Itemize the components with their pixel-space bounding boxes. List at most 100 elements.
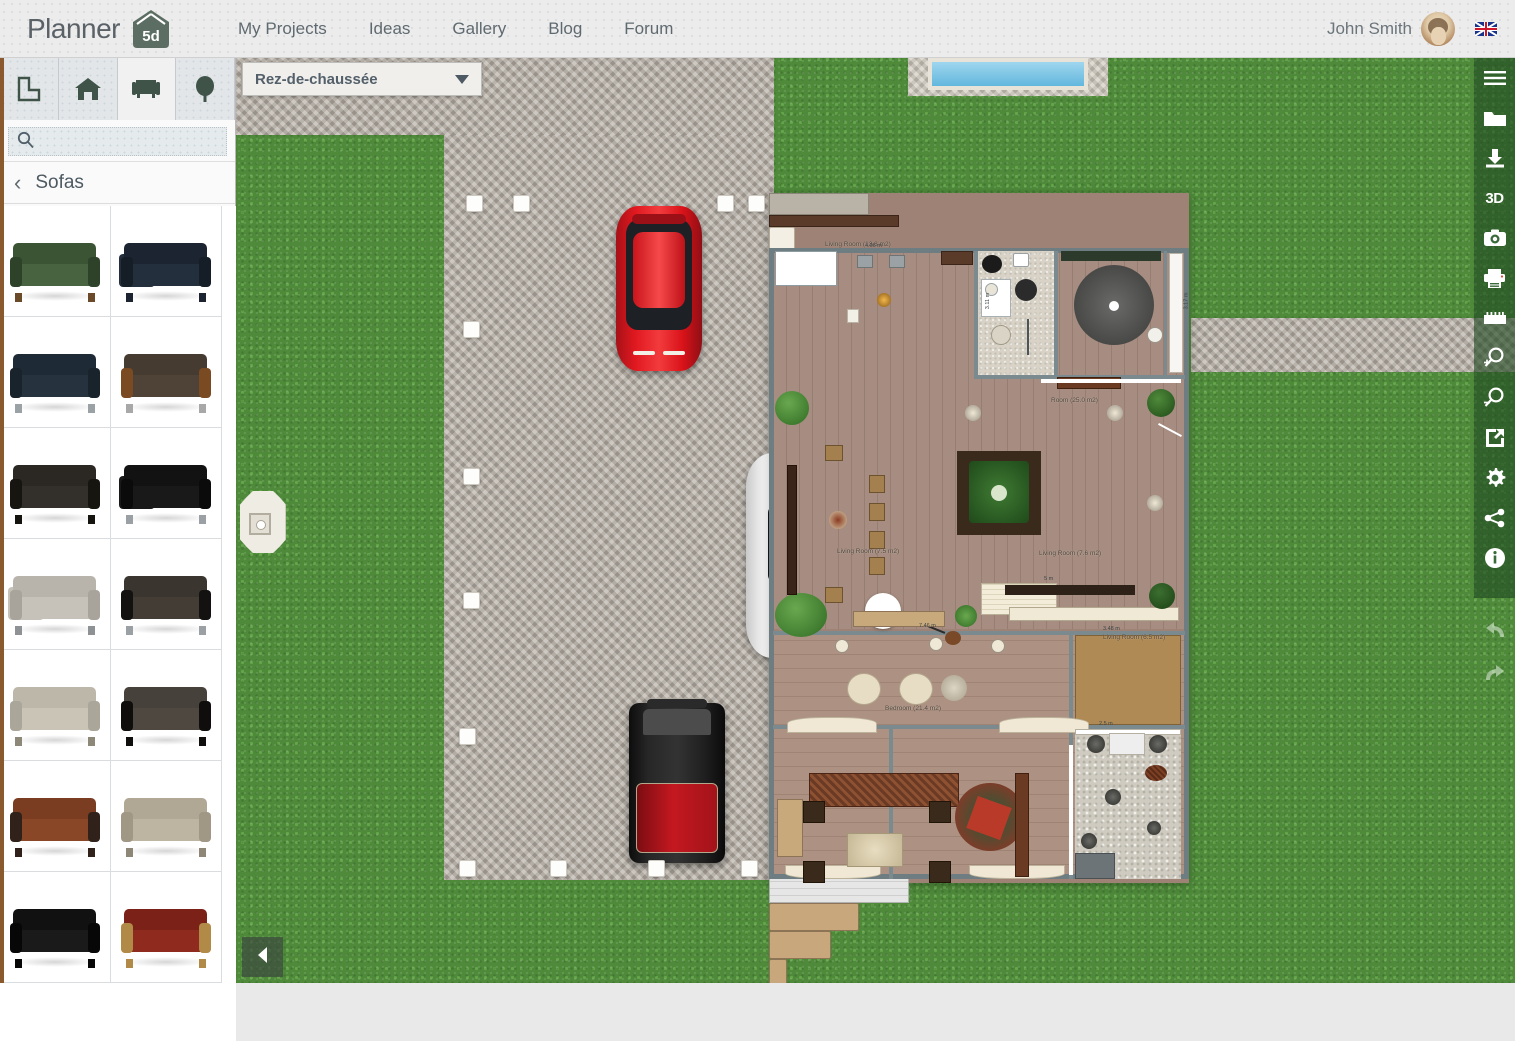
plant-5[interactable] bbox=[1149, 583, 1175, 609]
dining-chair-6[interactable] bbox=[869, 557, 885, 575]
dresser[interactable] bbox=[777, 799, 803, 857]
wardrobe[interactable] bbox=[1015, 773, 1029, 877]
furniture-tool-tab[interactable] bbox=[117, 58, 177, 120]
nav-item-my-projects[interactable]: My Projects bbox=[217, 0, 348, 58]
print-button[interactable] bbox=[1474, 258, 1515, 298]
coffee-table-lower[interactable] bbox=[941, 675, 967, 701]
kitchen-corner-cabinet[interactable] bbox=[941, 251, 973, 265]
measure-button[interactable] bbox=[1474, 298, 1515, 338]
center-table[interactable] bbox=[991, 485, 1007, 501]
bath-basket[interactable] bbox=[1145, 765, 1167, 781]
cabinet-right-top[interactable] bbox=[1169, 253, 1183, 373]
selection-handle-11[interactable] bbox=[648, 860, 665, 877]
window-top-left[interactable] bbox=[775, 251, 837, 286]
catalog-item-sofa-brown-wood[interactable] bbox=[0, 761, 111, 872]
user-menu[interactable]: John Smith bbox=[1327, 0, 1455, 58]
catalog-item-sofa-black-3seat[interactable] bbox=[111, 539, 222, 650]
walkway-paving-right[interactable] bbox=[1191, 318, 1515, 372]
house-floorplan[interactable]: Living Room (13.8 m2) Room (25.0 m2) Liv… bbox=[769, 193, 1189, 983]
ottoman-2[interactable] bbox=[899, 673, 933, 705]
uk-flag-icon[interactable] bbox=[1475, 22, 1497, 36]
outdoor-tool-tab[interactable] bbox=[176, 58, 235, 120]
undo-button[interactable] bbox=[1474, 613, 1515, 653]
ottoman-1[interactable] bbox=[847, 673, 881, 705]
table-centerpiece[interactable] bbox=[829, 511, 847, 529]
car-red[interactable] bbox=[616, 206, 702, 371]
bath-fixture-3[interactable] bbox=[1105, 789, 1121, 805]
bookshelf[interactable] bbox=[787, 465, 797, 595]
lounge-table[interactable] bbox=[1109, 301, 1119, 311]
side-table-round[interactable] bbox=[1147, 327, 1163, 343]
kitchen-counter[interactable] bbox=[769, 193, 869, 215]
sofa-plan-2[interactable] bbox=[769, 903, 859, 931]
catalog-item-sofa-black-low[interactable] bbox=[0, 872, 111, 983]
selection-handle-5[interactable] bbox=[463, 321, 480, 338]
selection-handle-2[interactable] bbox=[513, 195, 530, 212]
hedge-top[interactable] bbox=[1061, 251, 1161, 261]
ceiling-light-1[interactable] bbox=[965, 405, 981, 421]
view-3d-button[interactable]: 3D bbox=[1474, 178, 1515, 218]
projects-button[interactable] bbox=[1474, 98, 1515, 138]
save-button[interactable] bbox=[1474, 138, 1515, 178]
bath-door[interactable] bbox=[1069, 745, 1073, 875]
fullscreen-button[interactable] bbox=[1474, 418, 1515, 458]
bath-sink-1[interactable] bbox=[1087, 735, 1105, 753]
selection-handle-10[interactable] bbox=[550, 860, 567, 877]
catalog-item-sofa-navy-sectional[interactable] bbox=[111, 206, 222, 317]
hedge-lower[interactable] bbox=[1005, 585, 1135, 595]
redo-button[interactable] bbox=[1474, 656, 1515, 696]
nightstand-right-2[interactable] bbox=[929, 861, 951, 883]
menu-button[interactable] bbox=[1474, 58, 1515, 98]
catalog-grid[interactable] bbox=[0, 206, 236, 1041]
nightstand-right[interactable] bbox=[929, 801, 951, 823]
avatar[interactable] bbox=[1421, 12, 1455, 46]
nav-item-ideas[interactable]: Ideas bbox=[348, 0, 432, 58]
dining-chair-5[interactable] bbox=[869, 531, 885, 549]
selection-handle-6[interactable] bbox=[463, 468, 480, 485]
brand-logo[interactable]: Planner 5d bbox=[27, 8, 175, 50]
bath-fixture-4[interactable] bbox=[1081, 833, 1097, 849]
tub-drain[interactable] bbox=[1147, 821, 1161, 835]
ceiling-light-3[interactable] bbox=[1147, 495, 1163, 511]
selection-handle-7[interactable] bbox=[463, 592, 480, 609]
selection-handle-1[interactable] bbox=[466, 195, 483, 212]
bath-sink-2[interactable] bbox=[1149, 735, 1167, 753]
nav-item-gallery[interactable]: Gallery bbox=[431, 0, 527, 58]
nightstand-left-2[interactable] bbox=[803, 861, 825, 883]
selection-handle-9[interactable] bbox=[459, 860, 476, 877]
dining-chair-4[interactable] bbox=[869, 503, 885, 521]
catalog-item-sofa-brown-futon[interactable] bbox=[111, 317, 222, 428]
floor-selector[interactable]: Rez-de-chaussée bbox=[242, 62, 482, 96]
bed-pillow-area[interactable] bbox=[847, 833, 903, 867]
catalog-item-sofa-darkblue-modern[interactable] bbox=[0, 317, 111, 428]
selection-handle-8[interactable] bbox=[459, 728, 476, 745]
search-box[interactable] bbox=[8, 127, 227, 156]
catalog-item-sofa-red-daybed[interactable] bbox=[111, 872, 222, 983]
lamp-lower-1[interactable] bbox=[835, 639, 849, 653]
walls-tool-tab[interactable] bbox=[0, 58, 59, 120]
shower-drain[interactable] bbox=[991, 325, 1011, 345]
nav-item-blog[interactable]: Blog bbox=[527, 0, 603, 58]
chevron-left-icon[interactable]: ‹ bbox=[14, 171, 21, 194]
bench-lower-right[interactable] bbox=[1009, 607, 1179, 621]
bathroom-fixture-1[interactable] bbox=[982, 255, 1002, 273]
zoom-in-button[interactable] bbox=[1474, 338, 1515, 378]
dining-chair-1[interactable] bbox=[825, 445, 843, 461]
plant-4[interactable] bbox=[955, 605, 977, 627]
zoom-out-button[interactable] bbox=[1474, 378, 1515, 418]
catalog-item-sofa-cream-chesterfield[interactable] bbox=[0, 650, 111, 761]
bath-vanity[interactable] bbox=[1109, 733, 1145, 755]
snapshot-button[interactable] bbox=[1474, 218, 1515, 258]
car-black-pickup[interactable] bbox=[629, 699, 725, 863]
settings-button[interactable] bbox=[1474, 458, 1515, 498]
bathroom-fixture-2[interactable] bbox=[1015, 279, 1037, 301]
paving-medallion[interactable] bbox=[240, 491, 286, 553]
plant-3[interactable] bbox=[1147, 389, 1175, 417]
selection-handle-12[interactable] bbox=[741, 860, 758, 877]
catalog-item-sofa-black-tufted[interactable] bbox=[111, 650, 222, 761]
table-lamp-1[interactable] bbox=[847, 309, 859, 323]
sofa-plan-4[interactable] bbox=[769, 959, 787, 983]
ceiling-lamp-1[interactable] bbox=[877, 293, 891, 307]
catalog-item-sofa-black-curved[interactable] bbox=[111, 428, 222, 539]
swimming-pool[interactable] bbox=[928, 58, 1088, 90]
